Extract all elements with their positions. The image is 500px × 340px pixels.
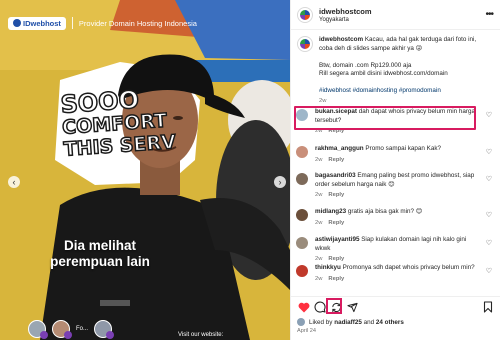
badge-icon xyxy=(106,331,115,339)
commenter-username[interactable]: midlang23 xyxy=(315,208,346,215)
comment-body: bagasandri03 Emang paling best promo idw… xyxy=(315,172,479,200)
brand-name: IDwebhost xyxy=(23,18,61,28)
chevron-right-icon: › xyxy=(278,176,282,187)
commenter-avatar[interactable] xyxy=(296,209,308,221)
brand-tagline: Provider Domain Hosting Indonesia xyxy=(78,18,197,28)
comment-item: midlang23 gratis aja bisa gak min? 😊 2w Re… xyxy=(296,208,496,227)
likes-prefix: Liked by xyxy=(309,318,333,326)
media-footer-label: Fo... xyxy=(76,326,89,332)
account-avatar[interactable] xyxy=(297,6,313,23)
caption-promo: Btw, domain .com Rp129.000 aja xyxy=(319,61,412,69)
comment-item: astiwijayanti95 Siap kulakan domain lagi… xyxy=(296,236,496,264)
commenter-username[interactable]: thinkkyu xyxy=(315,264,341,271)
comment-meta: 2w Reply xyxy=(315,156,479,165)
account-info: idwebhostcom Yogyakarta xyxy=(319,7,372,23)
comment-time[interactable]: 2w xyxy=(315,192,322,198)
commenter-avatar[interactable] xyxy=(296,237,308,249)
heart-icon[interactable] xyxy=(297,300,311,314)
post-media[interactable]: SOOO COMFORT THIS SERV IDwebhost Provide… xyxy=(0,0,290,340)
brand-logo-icon xyxy=(300,9,310,20)
brand-logo: IDwebhost xyxy=(8,16,66,30)
commenter-username[interactable]: bagasandri03 xyxy=(315,172,356,179)
comment-body: thinkkyu Promonya sdh dapet whois privac… xyxy=(315,264,479,283)
media-footer-website: Visit our website: xyxy=(178,332,224,338)
heart-icon[interactable]: ♡ xyxy=(486,239,492,247)
post-detail-panel: idwebhostcom Yogyakarta ••• idwebhostcom… xyxy=(290,0,500,340)
comic-sign: SOOO COMFORT THIS SERV xyxy=(59,83,204,162)
comment-item: bagasandri03 Emang paling best promo idw… xyxy=(296,172,496,200)
more-icon[interactable]: ••• xyxy=(485,9,493,20)
bookmark-icon[interactable] xyxy=(481,300,495,314)
comment-body: rakhma_anggun Promo sampai kapan Kak? 2w R… xyxy=(315,145,479,164)
commenter-username[interactable]: astiwijayanti95 xyxy=(315,236,359,243)
brand-logo-icon xyxy=(300,39,310,49)
reply-button[interactable]: Reply xyxy=(328,157,344,163)
action-bar xyxy=(291,296,500,316)
post-caption: idwebhostcom Kacau, ada hal gak terduga … xyxy=(297,36,495,104)
likes-and: and xyxy=(363,318,375,326)
media-overlay-caption: Dia melihat perempuan lain xyxy=(50,238,150,269)
comment-meta: 2w Reply xyxy=(315,255,479,264)
likes-user[interactable]: nadiaff25 xyxy=(334,319,362,326)
brand-divider xyxy=(71,17,73,29)
comment-text: Promo sampai kapan Kak? xyxy=(365,145,441,152)
caption-cta: Rill segera ambil disini idwebhost.com/d… xyxy=(319,70,448,78)
reply-button[interactable]: Reply xyxy=(328,256,344,262)
comment-text: gratis aja bisa gak min? 😊 xyxy=(347,208,423,215)
tagged-avatar[interactable] xyxy=(94,320,115,339)
heart-icon[interactable]: ♡ xyxy=(486,111,492,119)
commenter-avatar[interactable] xyxy=(296,173,308,185)
liker-avatar[interactable] xyxy=(297,318,305,326)
comment-time[interactable]: 2w xyxy=(315,220,322,226)
comment-time[interactable]: 2w xyxy=(315,256,322,262)
caption-body: idwebhostcom Kacau, ada hal gak terduga … xyxy=(319,36,491,96)
caption-avatar[interactable] xyxy=(297,36,313,52)
brand-logo-icon xyxy=(13,19,21,27)
tagged-avatar[interactable] xyxy=(52,320,72,339)
post-photo xyxy=(0,0,290,340)
comment-meta: 2w Reply xyxy=(315,275,479,284)
comment-item: rakhma_anggun Promo sampai kapan Kak? 2w R… xyxy=(296,145,496,164)
heart-icon[interactable]: ♡ xyxy=(486,267,492,275)
heart-icon[interactable]: ♡ xyxy=(486,175,492,183)
comment-time[interactable]: 2w xyxy=(315,157,322,163)
post-date[interactable]: April 24 xyxy=(297,328,316,334)
comment-meta: 2w Reply xyxy=(315,191,479,200)
comment-body: astiwijayanti95 Siap kulakan domain lagi… xyxy=(315,236,479,264)
heart-icon[interactable]: ♡ xyxy=(486,148,492,156)
comment-body: midlang23 gratis aja bisa gak min? 😊 2w Re… xyxy=(315,208,479,227)
post-location[interactable]: Yogyakarta xyxy=(319,17,372,23)
comment-time[interactable]: 2w xyxy=(315,276,322,282)
likes-others[interactable]: 24 others xyxy=(376,319,404,326)
reply-button[interactable]: Reply xyxy=(328,276,344,282)
media-footer: Fo... xyxy=(0,318,290,340)
tagged-avatar[interactable] xyxy=(28,320,48,339)
likes-summary: Liked by nadiaff25 and 24 others xyxy=(297,318,404,326)
highlighted-comment-frame xyxy=(294,106,476,130)
comment-item: thinkkyu Promonya sdh dapet whois privac… xyxy=(296,264,496,283)
account-username[interactable]: idwebhostcom xyxy=(319,7,372,16)
caption-hashtags[interactable]: #idwebhost #domainhosting #promodomain xyxy=(319,87,491,96)
brand-bar: IDwebhost Provider Domain Hosting Indone… xyxy=(8,14,197,32)
reply-button[interactable]: Reply xyxy=(328,220,344,226)
post-header: idwebhostcom Yogyakarta ••• xyxy=(291,0,500,30)
chevron-left-icon: ‹ xyxy=(12,176,16,187)
caption-timestamp[interactable]: 2w xyxy=(319,98,495,104)
previous-slide-button[interactable]: ‹ xyxy=(8,176,20,188)
reply-button[interactable]: Reply xyxy=(328,192,344,198)
next-slide-button[interactable]: › xyxy=(274,176,286,188)
share-icon[interactable] xyxy=(345,300,359,314)
commenter-avatar[interactable] xyxy=(296,265,308,277)
commenter-avatar[interactable] xyxy=(296,146,308,158)
heart-icon[interactable]: ♡ xyxy=(486,211,492,219)
panel-footer: Liked by nadiaff25 and 24 others April 2… xyxy=(290,296,500,340)
badge-icon xyxy=(40,331,48,339)
badge-icon xyxy=(64,331,72,339)
highlighted-repost-frame xyxy=(326,298,342,314)
comment-text: Promonya sdh dapet whois privacy belum m… xyxy=(342,264,475,271)
comment-icon[interactable] xyxy=(313,300,327,314)
commenter-username[interactable]: rakhma_anggun xyxy=(315,145,364,152)
caption-username[interactable]: idwebhostcom xyxy=(319,36,363,43)
comment-meta: 2w Reply xyxy=(315,219,479,228)
